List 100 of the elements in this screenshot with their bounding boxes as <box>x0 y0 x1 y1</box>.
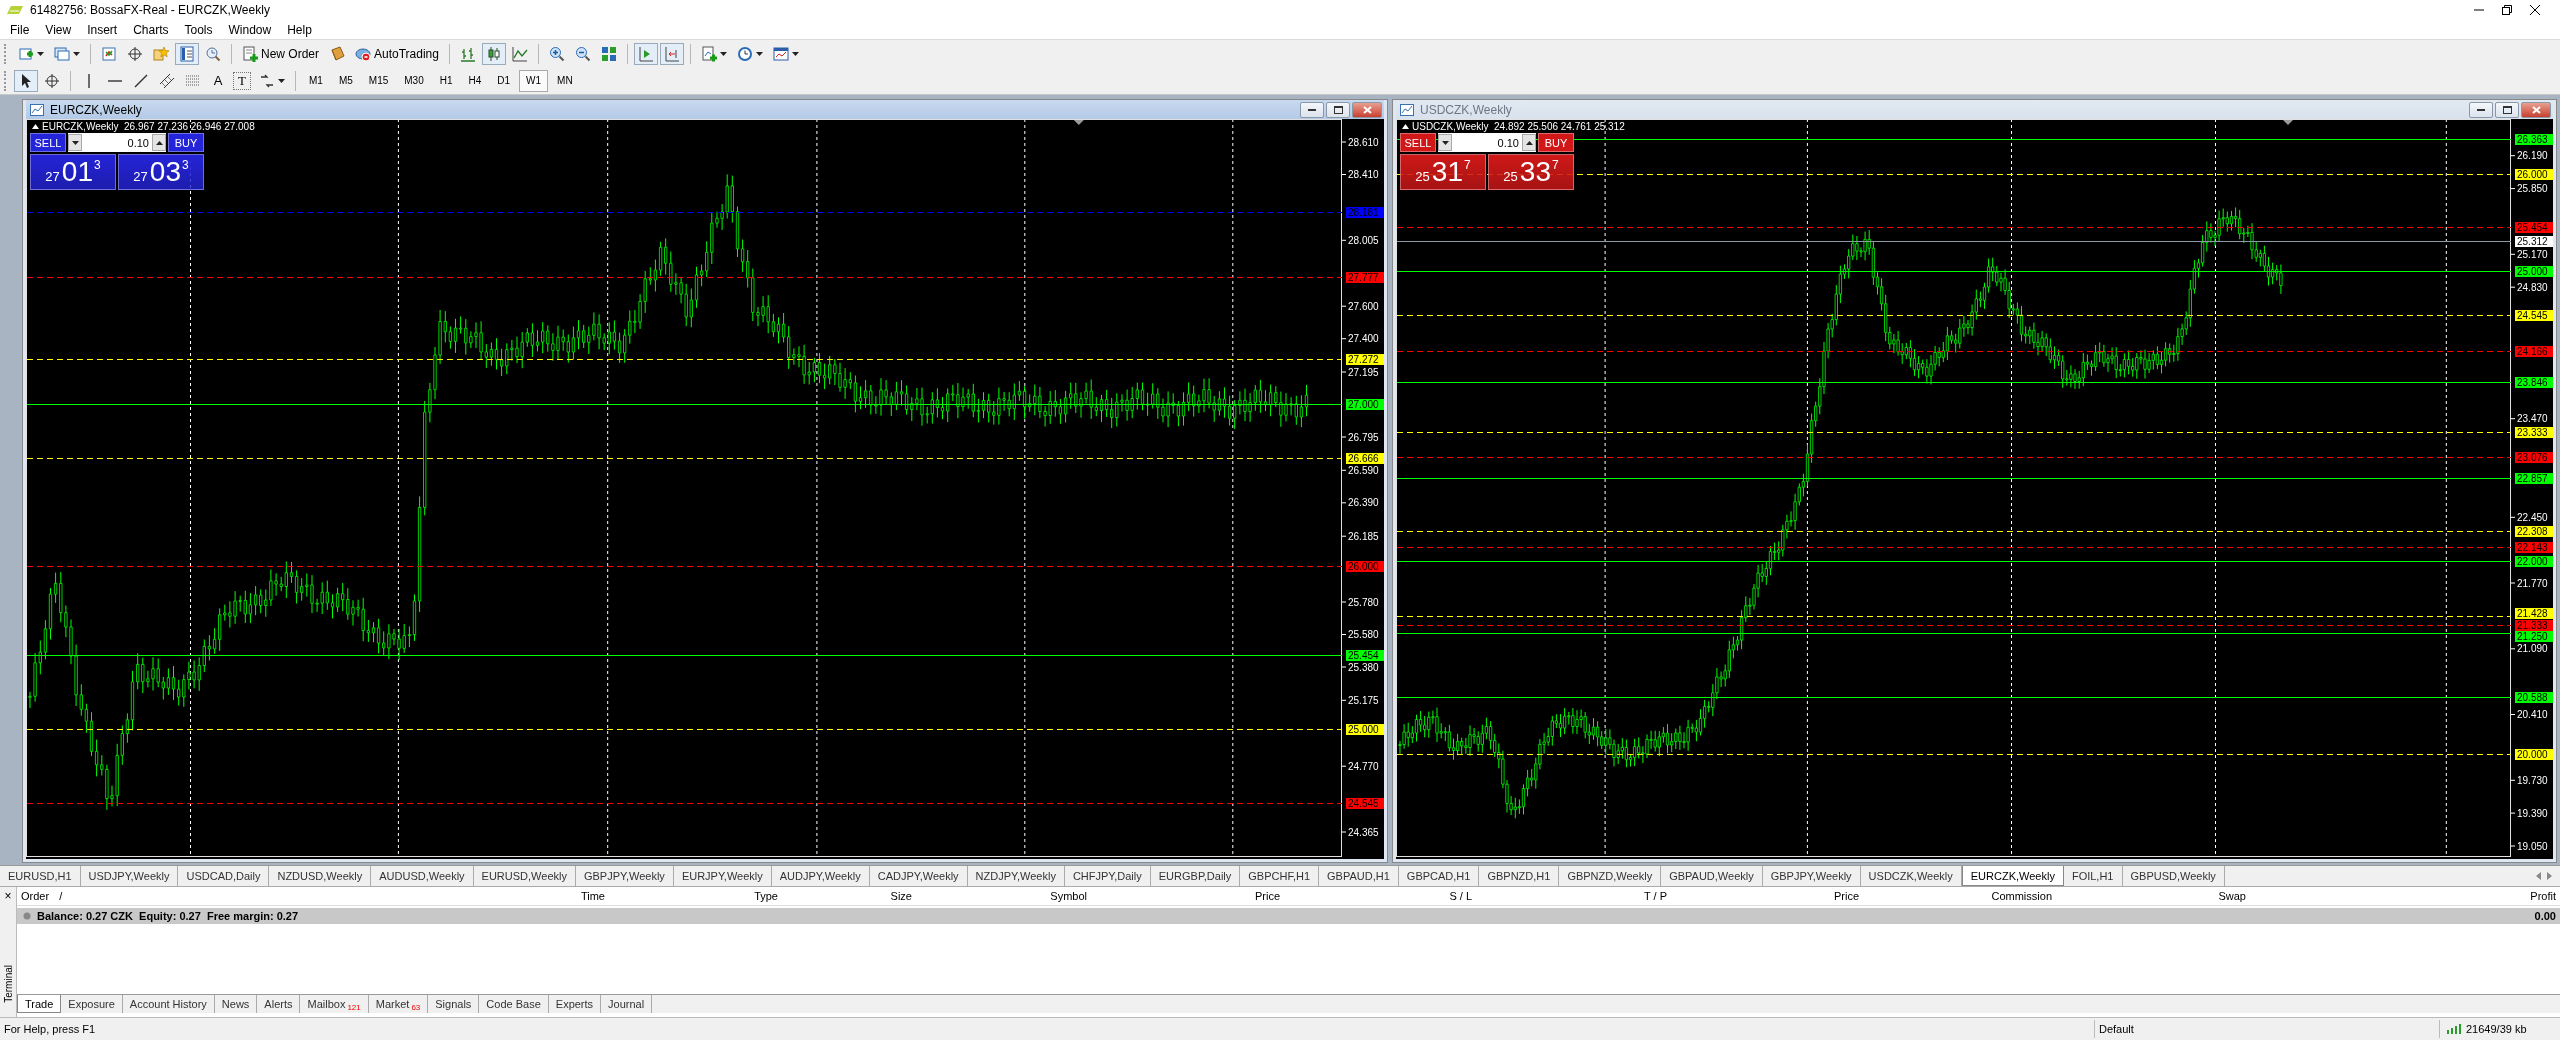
price-tick-label: 26.795 <box>1348 431 1379 443</box>
sell-button[interactable]: SELL <box>30 133 66 152</box>
price-tick-label: 19.390 <box>2517 807 2548 819</box>
price-tick-label: 25.380 <box>1348 661 1379 673</box>
column-header[interactable]: Swap <box>2056 890 2250 902</box>
minimize-button[interactable] <box>2469 101 2493 118</box>
close-terminal-button[interactable]: × <box>4 889 12 903</box>
timeframe-button[interactable]: H1 <box>432 69 460 92</box>
terminal-tab[interactable]: Journal <box>601 995 653 1013</box>
maximize-button[interactable] <box>1326 101 1350 118</box>
minimize-button[interactable] <box>1300 101 1324 118</box>
column-header[interactable]: Size <box>782 890 916 902</box>
timeframe-button[interactable]: H4 <box>461 69 489 92</box>
chart-window-titlebar[interactable]: USDCZK,Weekly <box>1396 100 2553 119</box>
scroll-left-icon[interactable] <box>2536 872 2541 880</box>
crosshair-icon <box>44 72 60 89</box>
terminal-tab[interactable]: Alerts <box>257 995 301 1013</box>
timeframe-button[interactable]: M15 <box>361 69 396 92</box>
price-tick-label: 19.730 <box>2517 774 2548 786</box>
column-header[interactable]: Order <box>21 890 50 902</box>
price-level-label: 24.545 <box>1346 798 1384 809</box>
timeframe-button[interactable]: D1 <box>490 69 518 92</box>
menu-item[interactable]: Insert <box>79 22 126 37</box>
scroll-right-icon[interactable] <box>2547 872 2552 880</box>
column-header[interactable]: S / L <box>1284 890 1476 902</box>
balance-row[interactable]: Balance: 0.27 CZK Equity: 0.27 Free margin: 0.27 0.00 <box>17 908 2560 924</box>
sell-button[interactable]: SELL <box>1400 133 1436 152</box>
price-level-label: 23.333 <box>2515 427 2553 438</box>
terminal-tab[interactable]: Experts <box>548 995 602 1013</box>
menu-item[interactable]: Tools <box>176 22 221 37</box>
column-header[interactable]: T / P <box>1476 890 1671 902</box>
increase-icon[interactable] <box>1525 140 1533 145</box>
autoscroll-button[interactable] <box>633 42 658 65</box>
price-tick-label: 25.780 <box>1348 596 1379 608</box>
column-header[interactable]: Price <box>1671 890 1863 902</box>
terminal-tab[interactable]: Account History <box>122 995 215 1013</box>
menu-item[interactable]: Window <box>220 22 280 37</box>
price-tick-label: 26.185 <box>1348 530 1379 542</box>
decrease-icon[interactable] <box>71 140 79 145</box>
collapse-icon[interactable] <box>1402 124 1409 129</box>
timeframe-button[interactable]: MN <box>550 69 580 92</box>
navigator-button[interactable] <box>175 42 199 65</box>
auto-trading-button[interactable]: AutoTrading <box>351 42 443 65</box>
chart-tab[interactable]: EURCZK,Weekly <box>1961 866 2064 886</box>
restore-icon[interactable] <box>2502 5 2512 16</box>
menu-item[interactable]: Charts <box>125 22 177 37</box>
text-tool-button[interactable]: A <box>207 69 229 92</box>
timeframe-button[interactable]: M5 <box>331 69 360 92</box>
candlestick-icon <box>485 45 502 62</box>
label-tool-button[interactable]: T <box>233 71 251 90</box>
timeframe-button[interactable]: M1 <box>302 69 330 92</box>
lot-size-field[interactable]: 0.10 <box>68 133 166 152</box>
decrease-icon[interactable] <box>1441 140 1449 145</box>
caret-icon <box>278 78 285 83</box>
price-tick-label: 28.005 <box>1348 234 1379 246</box>
terminal-tab[interactable]: News <box>214 995 258 1013</box>
price-level-label: 20.588 <box>2515 692 2553 703</box>
cursor-button[interactable] <box>14 69 38 92</box>
column-header[interactable]: Commission <box>1863 890 2056 902</box>
menu-item[interactable]: View <box>37 22 80 37</box>
column-header[interactable]: Price <box>1091 890 1284 902</box>
chart-window-icon <box>30 103 44 116</box>
candlestick-button[interactable] <box>481 42 506 65</box>
increase-icon[interactable] <box>155 140 163 145</box>
column-header[interactable]: Type <box>609 890 782 902</box>
caret-icon <box>791 51 799 56</box>
price-tick-label: 28.410 <box>1348 169 1379 180</box>
lot-size-field[interactable]: 0.10 <box>1438 133 1536 152</box>
column-header[interactable]: Time <box>417 890 609 902</box>
close-icon[interactable] <box>2530 5 2540 16</box>
chart-window-titlebar[interactable]: EURCZK,Weekly <box>26 100 1384 119</box>
price-tick-label: 24.830 <box>2517 281 2548 293</box>
price-level-label: 23.846 <box>2515 377 2553 388</box>
menu-item[interactable]: Help <box>279 22 320 37</box>
timeframe-button[interactable]: M30 <box>397 69 431 92</box>
terminal-tab[interactable]: Trade <box>17 995 62 1013</box>
maximize-button[interactable] <box>2495 101 2519 118</box>
terminal-tab[interactable]: Code Base <box>479 995 549 1013</box>
price-tick-label: 23.470 <box>2517 413 2548 425</box>
buy-button[interactable]: BUY <box>1538 133 1574 152</box>
timeframe-button[interactable]: W1 <box>519 69 549 92</box>
column-header[interactable]: Symbol <box>916 890 1091 902</box>
terminal-tab[interactable]: Signals <box>428 995 480 1013</box>
chart-shift-icon <box>663 45 680 62</box>
star-icon <box>153 45 169 62</box>
navigator-icon <box>179 45 195 62</box>
horizontal-line-icon <box>107 79 123 82</box>
channel-icon <box>159 72 175 89</box>
window-title: 61482756: BossaFX-Real - EURCZK,Weekly <box>30 3 271 18</box>
sort-indicator[interactable]: / <box>59 890 63 902</box>
new-order-button[interactable]: New Order <box>238 42 323 65</box>
column-header[interactable]: Profit <box>2250 890 2560 902</box>
balance-icon <box>23 912 31 920</box>
collapse-icon[interactable] <box>32 124 39 129</box>
terminal-tab[interactable]: Exposure <box>61 995 123 1013</box>
close-button[interactable] <box>1352 101 1382 118</box>
menu-item[interactable]: File <box>2 22 38 37</box>
trendline-icon <box>133 72 149 89</box>
close-button[interactable] <box>2521 101 2551 118</box>
buy-button[interactable]: BUY <box>168 133 204 152</box>
